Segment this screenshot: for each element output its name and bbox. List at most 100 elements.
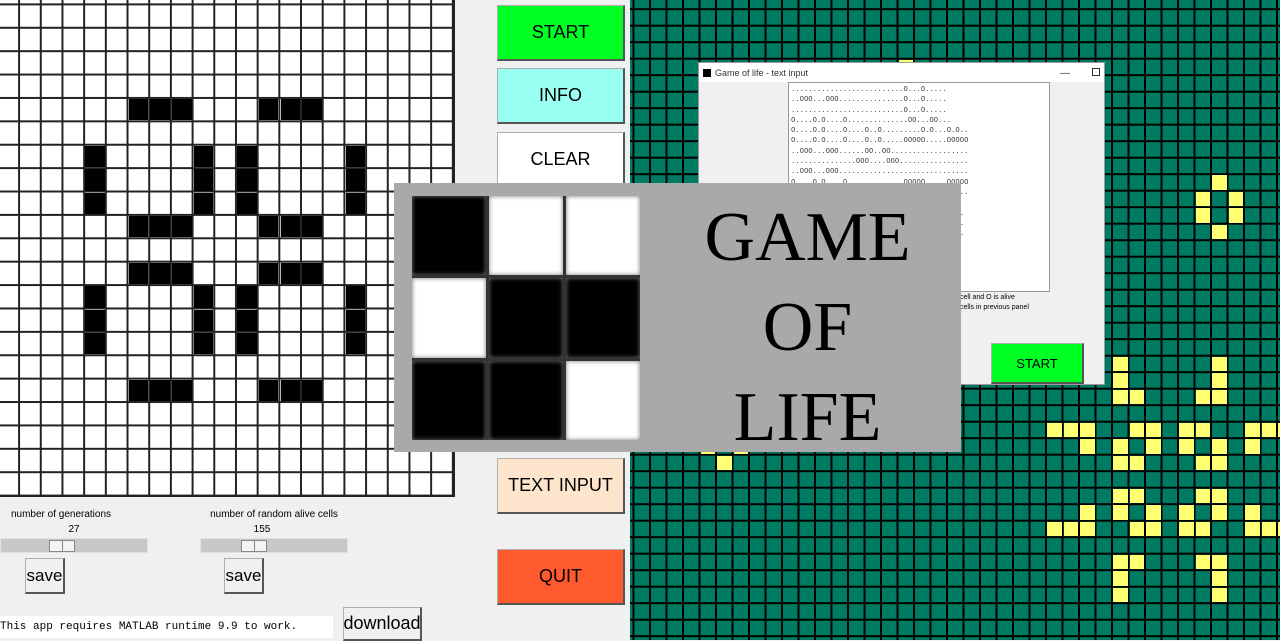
generations-label: number of generations (10, 509, 112, 520)
logo-white-cell (566, 196, 640, 276)
alive-cell (1063, 422, 1078, 438)
logo-title-line: OF (762, 289, 853, 366)
logo-black-cell (566, 278, 640, 358)
alive-cell[interactable] (172, 99, 192, 121)
alive-cell (1129, 488, 1144, 504)
alive-cell (1195, 455, 1210, 471)
alive-cell[interactable] (237, 309, 257, 331)
alive-cell[interactable] (193, 286, 214, 308)
alive-cell[interactable] (172, 262, 192, 285)
random-cells-slider[interactable] (200, 538, 348, 553)
window-title: Game of life - text input (715, 67, 809, 78)
save-random-cells-button[interactable]: save (224, 558, 264, 594)
alive-cell (1212, 373, 1227, 388)
alive-cell[interactable] (345, 192, 366, 214)
alive-cell (1195, 521, 1210, 537)
start-button[interactable]: START (497, 5, 625, 61)
text-window-start-button[interactable]: START (991, 343, 1084, 384)
alive-cell[interactable] (193, 145, 214, 168)
alive-cell[interactable] (128, 99, 149, 121)
alive-cell[interactable] (280, 99, 301, 121)
alive-cell (1047, 422, 1062, 438)
quit-button[interactable]: QUIT (497, 549, 625, 605)
logo-black-cell (412, 360, 486, 440)
alive-cell[interactable] (172, 379, 192, 402)
alive-cell[interactable] (85, 333, 105, 355)
alive-cell (1212, 389, 1227, 405)
alive-cell[interactable] (85, 286, 105, 308)
hint-line-1: cell and O is alive (960, 294, 1015, 301)
alive-cell[interactable] (237, 192, 257, 214)
alive-cell (1080, 505, 1095, 520)
alive-cell[interactable] (302, 379, 322, 402)
alive-cell (1261, 422, 1276, 438)
save-generations-button[interactable]: save (25, 558, 65, 594)
alive-cell[interactable] (345, 286, 366, 308)
alive-cell[interactable] (258, 379, 279, 402)
alive-cell[interactable] (85, 309, 105, 331)
alive-cell[interactable] (193, 169, 214, 191)
minimize-icon[interactable]: — (1060, 68, 1070, 79)
alive-cell (1212, 224, 1227, 240)
alive-cell[interactable] (345, 145, 366, 168)
alive-cell (1195, 208, 1210, 223)
alive-cell[interactable] (150, 262, 170, 285)
info-button[interactable]: INFO (497, 68, 625, 124)
alive-cell[interactable] (258, 99, 279, 121)
alive-cell (1261, 521, 1276, 537)
alive-cell[interactable] (193, 309, 214, 331)
alive-cell[interactable] (172, 216, 192, 238)
alive-cell[interactable] (237, 169, 257, 191)
alive-cell[interactable] (302, 216, 322, 238)
download-button[interactable]: download (343, 607, 422, 641)
alive-cell[interactable] (85, 192, 105, 214)
slider-thumb[interactable] (49, 540, 75, 552)
alive-cell[interactable] (258, 216, 279, 238)
alive-cell[interactable] (280, 262, 301, 285)
alive-cell[interactable] (280, 379, 301, 402)
clear-button[interactable]: CLEAR (497, 132, 625, 188)
alive-cell[interactable] (85, 169, 105, 191)
generations-slider[interactable] (0, 538, 148, 553)
maximize-icon[interactable] (1092, 68, 1100, 76)
alive-cell (1080, 422, 1095, 438)
alive-cell[interactable] (193, 333, 214, 355)
alive-cell (1212, 554, 1227, 570)
alive-cell (1212, 356, 1227, 372)
alive-cell[interactable] (345, 333, 366, 355)
alive-cell[interactable] (237, 333, 257, 355)
alive-cell[interactable] (193, 192, 214, 214)
alive-cell[interactable] (150, 99, 170, 121)
alive-cell[interactable] (128, 216, 149, 238)
alive-cell[interactable] (237, 286, 257, 308)
hint-line-2: cells in previous panel (960, 304, 1029, 311)
alive-cell (1212, 587, 1227, 603)
alive-cell[interactable] (150, 216, 170, 238)
alive-cell (1113, 455, 1128, 471)
alive-cell[interactable] (150, 379, 170, 402)
alive-cell[interactable] (237, 145, 257, 168)
alive-cell[interactable] (258, 262, 279, 285)
alive-cell[interactable] (302, 262, 322, 285)
alive-cell (1195, 554, 1210, 570)
logo-pattern (412, 196, 640, 440)
alive-cell[interactable] (302, 99, 322, 121)
generations-value: 27 (68, 524, 80, 535)
slider-thumb[interactable] (240, 540, 267, 552)
text-input-button[interactable]: TEXT INPUT (497, 458, 625, 514)
alive-cell (1195, 422, 1210, 438)
alive-cell[interactable] (280, 216, 301, 238)
alive-cell (1146, 505, 1161, 520)
alive-cell[interactable] (128, 262, 149, 285)
runtime-note: This app requires MATLAB runtime 9.9 to … (0, 616, 333, 638)
window-titlebar: Game of life - text input — (699, 63, 1104, 82)
alive-cell (1063, 521, 1078, 537)
alive-cell[interactable] (128, 379, 149, 402)
alive-cell (1129, 389, 1144, 405)
alive-cell (1113, 373, 1128, 388)
alive-cell[interactable] (345, 309, 366, 331)
life-board[interactable] (0, 0, 455, 497)
alive-cell (1113, 488, 1128, 504)
alive-cell[interactable] (85, 145, 105, 168)
alive-cell[interactable] (345, 169, 366, 191)
